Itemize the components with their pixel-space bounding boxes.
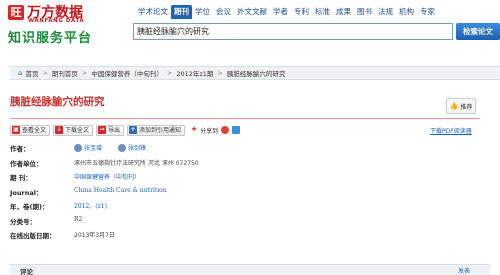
post-comment-link[interactable]: 发表 (458, 266, 470, 275)
recommend-button[interactable]: 👍 推荐 (446, 98, 476, 114)
person-icon (74, 143, 82, 152)
author-link[interactable]: 张剑锋 (117, 143, 146, 152)
share-icon: ✚ (191, 126, 197, 133)
breadcrumb-separator: > (166, 69, 173, 77)
brand-name-en: WANFANG DATA (28, 18, 85, 24)
online-date-value: 2013年3月7日 (74, 232, 115, 239)
weibo-icon[interactable] (221, 126, 230, 134)
author-label: 作者： (10, 145, 30, 153)
tab-papers[interactable]: 学术论文 (135, 5, 171, 19)
author-row: 作者： 张宝增 张剑锋 (10, 141, 480, 156)
journal-en-label: Journal： (10, 188, 43, 197)
comment-section-header: 评论 发表 (10, 264, 490, 275)
tab-laws[interactable]: 法规 (375, 5, 396, 19)
search-category-tabs: 学术论文 期刊 学位 会议 外文文献 学者 专利 标准 成果 图书 法规 机构 … (135, 4, 438, 20)
tab-foreign[interactable]: 外文文献 (234, 5, 270, 19)
classification-row: 分类号： R2 (10, 214, 480, 229)
breadcrumb-issue[interactable]: 2012年z1期 (176, 68, 213, 78)
breadcrumb-journals[interactable]: 期刊首页 (52, 68, 78, 78)
recommend-label: 推荐 (460, 103, 473, 111)
breadcrumb: ⌂ 首页 > 期刊首页 > 中国保健营养（中旬刊） > 2012年z1期 > 胰… (10, 66, 500, 80)
journal-en-row: Journal： China Health Care & nutrition (10, 185, 480, 200)
download-icon: ↓ (55, 126, 64, 134)
view-icon: ▣ (12, 126, 20, 134)
tab-scholars[interactable]: 学者 (270, 5, 291, 19)
tab-achievements[interactable]: 成果 (333, 5, 354, 19)
year-link[interactable]: 2012，(z1) (74, 201, 107, 210)
tab-conferences[interactable]: 会议 (213, 5, 234, 19)
tab-institutions[interactable]: 机构 (396, 5, 417, 19)
article-metadata: 作者： 张宝增 张剑锋 作者单位： 涿州市五德指针疗法研究所 河北 涿州 072… (10, 141, 480, 243)
author-name: 张宝增 (84, 145, 103, 152)
classification-value: R2 (74, 215, 83, 223)
export-button[interactable]: → 导出 (96, 124, 125, 136)
breadcrumb-current: 胰脏经脉腧穴的研究 (226, 70, 286, 78)
view-full-text-label: 查看全文 (22, 126, 47, 134)
export-icon: → (98, 126, 107, 134)
share-label: 分享到 (200, 127, 219, 135)
breadcrumb-journal[interactable]: 中国保健营养（中旬刊） (91, 68, 163, 78)
journal-en-link[interactable]: China Health Care & nutrition (74, 187, 167, 194)
download-pdf-reader-link[interactable]: 下载PDF阅读器 (430, 126, 472, 135)
add-citation-alert-label: 添加到引用通知 (139, 126, 182, 134)
author-list: 张宝增 张剑锋 (74, 143, 160, 154)
affiliation-row: 作者单位： 涿州市五德指针疗法研究所 河北 涿州 072750 (10, 156, 480, 171)
tab-patents[interactable]: 专利 (291, 5, 312, 19)
affiliation-value: 涿州市五德指针疗法研究所 河北 涿州 072750 (74, 159, 199, 167)
year-label: 年，卷(期)： (10, 203, 49, 211)
breadcrumb-separator: > (217, 69, 223, 77)
download-full-text-label: 下载全文 (65, 126, 90, 134)
journal-link[interactable]: 中国保健营养（中旬刊） (74, 172, 140, 181)
breadcrumb-separator: > (81, 69, 88, 77)
tab-standards[interactable]: 标准 (312, 5, 333, 19)
tab-degrees[interactable]: 学位 (192, 5, 213, 19)
add-citation-alert-button[interactable]: + 添加到引用通知 (127, 124, 186, 136)
journal-label: 期 刊： (10, 174, 32, 182)
journal-row: 期 刊： 中国保健营养（中旬刊） (10, 170, 480, 185)
year-row: 年，卷(期)： 2012，(z1) (10, 199, 480, 214)
author-name: 张剑锋 (127, 145, 146, 152)
person-icon (117, 143, 126, 152)
classification-label: 分类号： (10, 217, 36, 226)
search-button[interactable]: 检索论文 (456, 23, 500, 40)
export-label: 导出 (108, 126, 121, 134)
view-full-text-button[interactable]: ▣ 查看全文 (10, 124, 51, 136)
slogan: 知识服务平台 (8, 31, 93, 46)
share-button[interactable]: ✚ 分享到 (190, 126, 219, 135)
online-date-row: 在线出版日期： 2013年3月7日 (10, 228, 480, 243)
tab-experts[interactable]: 专家 (417, 5, 438, 19)
thumbs-up-icon: 👍 (449, 102, 459, 110)
tencent-icon[interactable] (232, 126, 241, 134)
article-title: 胰脏经脉腧穴的研究 (10, 96, 105, 108)
author-link[interactable]: 张宝增 (74, 143, 102, 152)
logo-icon[interactable]: 旺 (8, 5, 24, 20)
home-icon: ⌂ (18, 69, 23, 77)
add-icon: + (129, 126, 138, 134)
site-header: 旺 万方数据 WANFANG DATA 知识服务平台 学术论文 期刊 学位 会议… (0, 0, 500, 52)
breadcrumb-separator: > (42, 69, 48, 77)
title-divider (10, 118, 480, 119)
action-toolbar: ▣ 查看全文 ↓ 下载全文 → 导出 + 添加到引用通知 ✚ 分享到 (10, 124, 241, 136)
breadcrumb-home[interactable]: 首页 (25, 68, 38, 78)
affiliation-label: 作者单位： (10, 159, 43, 168)
online-date-label: 在线出版日期： (10, 232, 56, 240)
search-input[interactable]: 胰脏经脉腧穴的研究 (133, 23, 453, 40)
comment-label: 评论 (20, 268, 33, 275)
download-full-text-button[interactable]: ↓ 下载全文 (53, 124, 94, 136)
tab-books[interactable]: 图书 (354, 5, 375, 19)
tab-journals[interactable]: 期刊 (171, 5, 192, 19)
